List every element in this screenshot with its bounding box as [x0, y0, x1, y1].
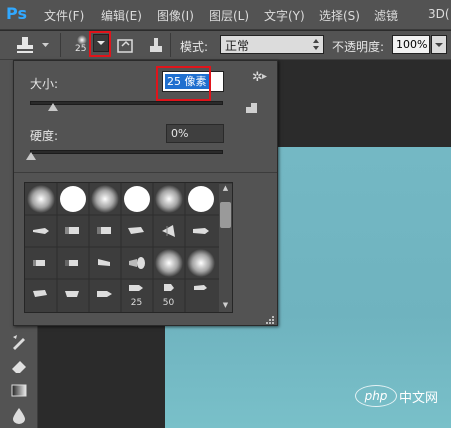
preset-brush-tip[interactable]: [89, 279, 120, 310]
menu-image[interactable]: 图像(I): [157, 7, 194, 24]
app-logo: Ps: [6, 4, 27, 23]
highlight-box: [89, 31, 111, 57]
hardness-slider-thumb[interactable]: [26, 152, 36, 160]
scroll-down-icon[interactable]: ▼: [219, 301, 232, 312]
preset-brush-tip[interactable]: [25, 215, 56, 246]
preset-brush-tip[interactable]: [121, 247, 152, 278]
preset-hard-round[interactable]: [185, 183, 216, 214]
preset-brush-tip[interactable]: [89, 247, 120, 278]
preset-soft-round[interactable]: [185, 247, 216, 278]
preset-brush-tip[interactable]: [57, 247, 88, 278]
menu-layer[interactable]: 图层(L): [209, 7, 249, 24]
eraser-icon[interactable]: [10, 358, 28, 374]
brush-size-value: 25: [75, 44, 87, 54]
menu-3d[interactable]: 3D(: [428, 7, 450, 21]
menu-edit[interactable]: 编辑(E): [101, 7, 142, 24]
options-divider: [170, 33, 171, 57]
panel-divider: [14, 172, 277, 173]
chevron-down-icon: [435, 43, 443, 47]
updown-icon: [313, 39, 319, 50]
preset-soft-round[interactable]: [89, 183, 120, 214]
preset-soft-round[interactable]: [153, 247, 184, 278]
preset-brush-tip[interactable]: [25, 247, 56, 278]
highlight-box: [156, 66, 211, 101]
brush-preset-grid: 25 50: [24, 182, 233, 313]
preset-soft-round[interactable]: [153, 183, 184, 214]
opacity-label: 不透明度:: [332, 40, 385, 54]
gradient-icon[interactable]: [10, 383, 28, 399]
resize-grip-icon[interactable]: [266, 316, 275, 325]
size-slider-thumb[interactable]: [48, 103, 58, 111]
blur-icon[interactable]: [11, 406, 27, 424]
opacity-dropdown[interactable]: [431, 35, 447, 54]
preset-brush-tip[interactable]: [57, 279, 88, 310]
mode-select[interactable]: 正常: [220, 35, 324, 54]
menu-file[interactable]: 文件(F): [44, 7, 84, 24]
stamp-tool-icon[interactable]: [14, 35, 40, 57]
scroll-up-icon[interactable]: ▲: [219, 184, 232, 195]
scroll-thumb[interactable]: [220, 202, 231, 228]
tool-preset-dropdown-icon[interactable]: [42, 43, 50, 49]
mode-value: 正常: [225, 39, 250, 53]
opacity-input[interactable]: 100%: [392, 35, 430, 54]
brush-panel-toggle-icon[interactable]: [117, 36, 135, 54]
hardness-input[interactable]: 0%: [166, 124, 224, 143]
options-divider: [60, 33, 61, 57]
history-brush-icon[interactable]: [10, 333, 28, 351]
preset-hard-round[interactable]: [121, 183, 152, 214]
size-label: 大小:: [30, 77, 59, 91]
preset-brush-tip[interactable]: [185, 279, 216, 310]
watermark-text: 中文网: [399, 391, 439, 406]
preset-brush-tip[interactable]: [153, 215, 184, 246]
clone-source-icon[interactable]: [147, 36, 165, 54]
hardness-label: 硬度:: [30, 129, 59, 143]
menu-filter[interactable]: 滤镜: [374, 7, 398, 24]
chevron-right-icon: [262, 74, 267, 79]
watermark-logo: php: [355, 385, 397, 407]
menu-select[interactable]: 选择(S): [319, 7, 360, 24]
preset-soft-round[interactable]: [25, 183, 56, 214]
hardness-slider-track[interactable]: [30, 150, 223, 154]
new-preset-icon[interactable]: [246, 103, 257, 113]
preset-brush-tip[interactable]: [57, 215, 88, 246]
preset-size-label: 25: [130, 298, 143, 308]
preset-size-label: 50: [162, 298, 175, 308]
menu-type[interactable]: 文字(Y): [264, 7, 305, 24]
preset-brush-tip[interactable]: [25, 279, 56, 310]
preset-hard-round[interactable]: [57, 183, 88, 214]
preset-brush-tip[interactable]: [185, 215, 216, 246]
mode-label: 模式:: [180, 40, 209, 54]
preset-brush-tip[interactable]: [121, 215, 152, 246]
size-slider-track[interactable]: [30, 101, 223, 105]
preset-brush-tip[interactable]: [89, 215, 120, 246]
